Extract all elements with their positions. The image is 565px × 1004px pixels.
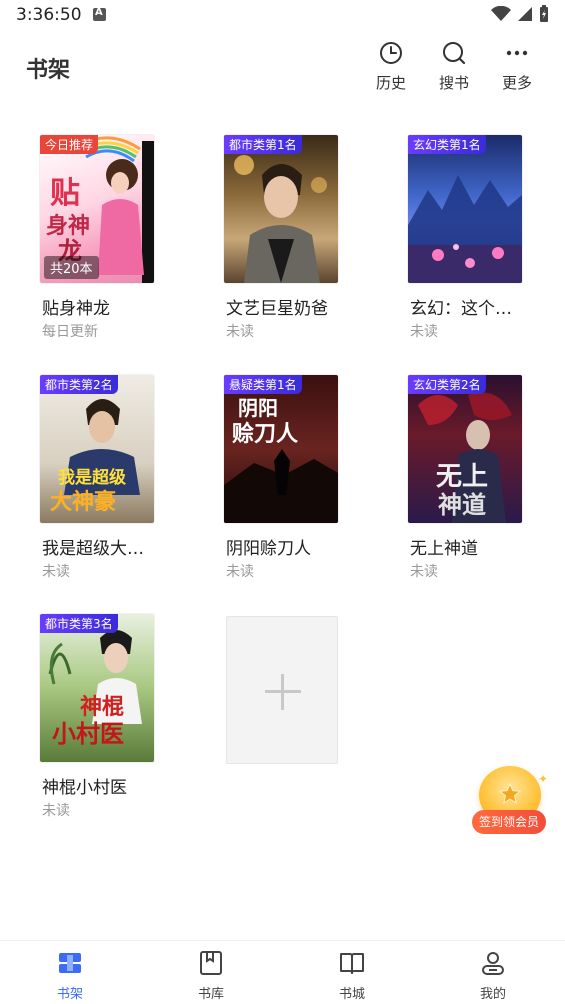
cover-art: 神棍 小村医: [48, 630, 142, 748]
book-cover[interactable]: 玄幻类第1名: [408, 135, 522, 283]
book-status: 未读: [42, 564, 70, 580]
rank-badge: 都市类第3名: [40, 614, 118, 633]
svg-text:贴: 贴: [50, 176, 80, 211]
signal-icon: [518, 7, 532, 21]
svg-text:神道: 神道: [438, 490, 486, 519]
page-title: 书架: [26, 58, 71, 83]
nav-label: 书架: [56, 987, 83, 1002]
cover-art: [408, 175, 522, 283]
rank-badge: 今日推荐: [40, 135, 99, 154]
cover-art: 阴阳 赊刀人: [224, 396, 338, 523]
book-status: 未读: [226, 564, 254, 580]
book-title: 玄幻：这个…: [410, 299, 512, 319]
bottom-nav: 书架 书库 书城 我的: [0, 940, 565, 1004]
bookshelf-icon: [59, 953, 81, 973]
notification-icon: [93, 7, 106, 21]
book-cover[interactable]: 阴阳 赊刀人 悬疑类第1名: [224, 375, 338, 523]
book-status: 未读: [410, 324, 438, 340]
sign-in-vip-button[interactable]: ✦ 签到领会员: [472, 766, 548, 838]
svg-text:我是超级: 我是超级: [58, 467, 126, 488]
nav-profile[interactable]: 我的: [463, 949, 523, 1002]
cover-art: 无上 神道: [418, 392, 512, 523]
nav-label: 书库: [197, 987, 224, 1002]
plus-icon: [281, 674, 284, 710]
profile-icon: [482, 952, 504, 975]
wifi-icon: [491, 6, 511, 21]
sign-in-label: 签到领会员: [472, 810, 546, 834]
svg-text:无上: 无上: [436, 462, 488, 492]
rank-badge: 都市类第2名: [40, 375, 118, 394]
series-count: 共20本: [44, 256, 99, 279]
rank-badge: 玄幻类第2名: [408, 375, 486, 394]
book-title: 贴身神龙: [42, 299, 110, 319]
svg-text:阴阳: 阴阳: [238, 396, 278, 420]
svg-text:神棍: 神棍: [80, 694, 124, 720]
book-cover[interactable]: 贴 身神 龙 今日推荐 共20本: [40, 135, 154, 283]
more-label: 更多: [501, 74, 532, 92]
battery-icon: [540, 5, 548, 22]
book-cover[interactable]: 无上 神道 玄幻类第2名: [408, 375, 522, 523]
nav-bookstore[interactable]: 书城: [322, 949, 382, 1002]
book-status: 未读: [410, 564, 438, 580]
bookstore-icon: [340, 953, 364, 974]
book-status: 未读: [226, 324, 254, 340]
rank-badge: 都市类第1名: [224, 135, 302, 154]
app-header: 书架 历史 搜书 更多: [0, 32, 565, 104]
cover-art: 我是超级 大神豪: [50, 399, 140, 515]
svg-text:小村医: 小村医: [52, 720, 124, 748]
nav-label: 书城: [338, 987, 365, 1002]
history-button[interactable]: 历史: [366, 40, 416, 96]
sparkle-icon: ✦: [538, 772, 549, 786]
more-button[interactable]: 更多: [492, 40, 542, 96]
book-status: 未读: [42, 803, 70, 819]
book-cover[interactable]: 我是超级 大神豪 都市类第2名: [40, 375, 154, 523]
search-icon: [443, 42, 466, 65]
system-icons: [491, 5, 549, 23]
book-cover[interactable]: 神棍 小村医 都市类第3名: [40, 614, 154, 762]
book-title: 神棍小村医: [42, 778, 127, 798]
book-status: 每日更新: [42, 324, 98, 340]
status-bar: 3:36:50: [0, 0, 565, 32]
library-icon: [200, 951, 222, 975]
book-cover[interactable]: 都市类第1名: [224, 135, 338, 283]
book-title: 阴阳赊刀人: [226, 539, 311, 559]
nav-bookshelf[interactable]: 书架: [40, 949, 100, 1002]
book-title: 文艺巨星奶爸: [226, 299, 328, 319]
nav-label: 我的: [479, 987, 506, 1002]
book-title: 我是超级大…: [42, 539, 144, 559]
cover-art: [234, 155, 327, 283]
history-icon: [380, 42, 402, 64]
svg-text:赊刀人: 赊刀人: [232, 421, 298, 447]
search-label: 搜书: [438, 74, 469, 92]
search-button[interactable]: 搜书: [429, 40, 479, 96]
nav-library[interactable]: 书库: [181, 949, 241, 1002]
status-time: 3:36:50: [16, 5, 82, 25]
star-icon: [498, 782, 522, 805]
rank-badge: 玄幻类第1名: [408, 135, 486, 154]
book-title: 无上神道: [410, 539, 478, 559]
rank-badge: 悬疑类第1名: [224, 375, 302, 394]
add-book-button[interactable]: [226, 616, 338, 764]
more-icon: [506, 50, 528, 56]
history-label: 历史: [375, 74, 406, 92]
svg-text:大神豪: 大神豪: [50, 489, 116, 515]
